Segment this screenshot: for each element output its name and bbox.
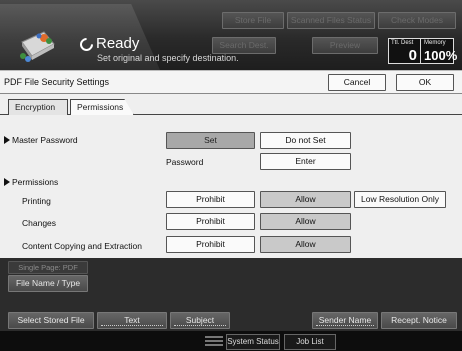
- permissions-heading: Permissions: [4, 177, 58, 187]
- status-label: Ready: [96, 35, 140, 52]
- scanner-header: Store File Scanned Files Status Check Mo…: [0, 0, 462, 70]
- search-dest-button[interactable]: Search Dest.: [212, 37, 276, 54]
- pdf-security-settings-panel: PDF File Security Settings Cancel OK Enc…: [0, 70, 462, 258]
- text-button-label: Text: [124, 315, 140, 325]
- content-copying-label: Content Copying and Extraction: [22, 241, 143, 251]
- memory-value: 100%: [424, 48, 458, 63]
- total-dest-label: Ttl. Dest: [391, 40, 414, 46]
- content-copying-prohibit-button[interactable]: Prohibit: [166, 236, 255, 253]
- sender-name-button[interactable]: Sender Name: [312, 312, 378, 329]
- sender-name-label: Sender Name: [318, 315, 372, 325]
- total-dest-value: 0: [408, 47, 417, 64]
- master-password-heading: Master Password: [4, 135, 78, 145]
- tab-permissions[interactable]: Permissions: [70, 99, 134, 115]
- changes-allow-button[interactable]: Allow: [260, 213, 351, 230]
- preview-button[interactable]: Preview: [312, 37, 378, 54]
- triangle-right-icon: [4, 178, 10, 186]
- content-copying-allow-button[interactable]: Allow: [260, 236, 351, 253]
- subject-button-label: Subject: [185, 315, 215, 325]
- permissions-label: Permissions: [12, 177, 59, 187]
- password-enter-button[interactable]: Enter: [260, 153, 351, 170]
- changes-label: Changes: [22, 218, 57, 228]
- system-status-bar: System Status Job List: [0, 331, 462, 351]
- job-list-button[interactable]: Job List: [284, 334, 336, 350]
- scanner-logo-icon: [20, 31, 55, 62]
- store-file-button[interactable]: Store File: [222, 12, 284, 29]
- printing-prohibit-button[interactable]: Prohibit: [166, 191, 255, 208]
- recept-notice-button[interactable]: Recept. Notice: [381, 312, 457, 329]
- page-title: PDF File Security Settings: [4, 77, 110, 87]
- select-stored-file-button[interactable]: Select Stored File: [8, 312, 94, 329]
- status-indicator-icon: [205, 336, 223, 346]
- instruction-text: Set original and specify destination.: [97, 53, 239, 63]
- triangle-right-icon: [4, 136, 10, 144]
- printing-label: Printing: [22, 196, 51, 206]
- check-modes-button[interactable]: Check Modes: [378, 12, 456, 29]
- text-button[interactable]: Text: [97, 312, 167, 329]
- scanned-files-status-button[interactable]: Scanned Files Status: [287, 12, 375, 29]
- single-page-pdf-label: Single Page: PDF: [8, 261, 88, 274]
- printing-low-resolution-button[interactable]: Low Resolution Only: [354, 191, 446, 208]
- ok-button[interactable]: OK: [396, 74, 454, 91]
- printing-allow-button[interactable]: Allow: [260, 191, 351, 208]
- dialog-title-bar: PDF File Security Settings Cancel OK: [0, 71, 462, 94]
- cancel-button[interactable]: Cancel: [328, 74, 386, 91]
- destination-memory-counter: Ttl. Dest 0 Memory 100%: [388, 38, 458, 64]
- master-password-label: Master Password: [12, 135, 78, 145]
- memory-label: Memory: [424, 40, 446, 46]
- file-name-type-button[interactable]: File Name / Type: [8, 275, 88, 292]
- file-name-type-label: File Name / Type: [15, 278, 81, 288]
- subject-button[interactable]: Subject: [170, 312, 230, 329]
- system-status-button[interactable]: System Status: [226, 334, 280, 350]
- changes-prohibit-button[interactable]: Prohibit: [166, 213, 255, 230]
- tab-encryption[interactable]: Encryption: [8, 99, 68, 115]
- master-password-do-not-set-button[interactable]: Do not Set: [260, 132, 351, 149]
- settings-tabs: Encryption Permissions: [0, 95, 462, 115]
- password-label: Password: [166, 157, 204, 167]
- master-password-set-button[interactable]: Set: [166, 132, 255, 149]
